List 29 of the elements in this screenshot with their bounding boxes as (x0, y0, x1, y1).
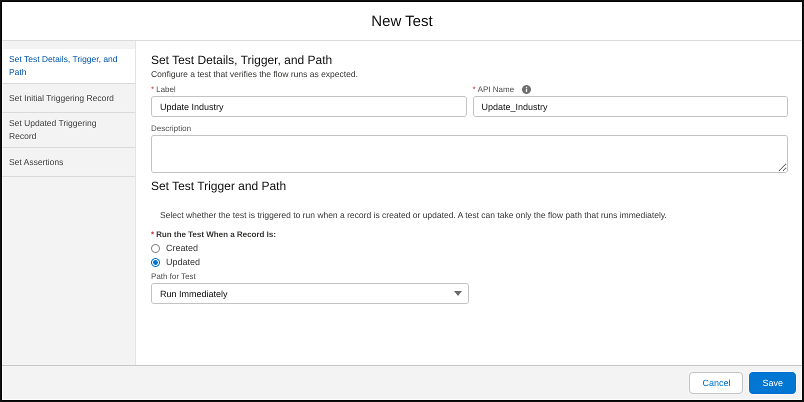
required-mark: * (151, 85, 154, 94)
sidebar-item[interactable]: Set Updated Triggering Record (2, 113, 135, 148)
sidebar-item[interactable]: Set Assertions (2, 148, 135, 177)
info-icon[interactable] (522, 85, 532, 94)
radio-button[interactable] (151, 244, 160, 252)
section-title: Set Test Details, Trigger, and Path (151, 53, 334, 67)
section-subtitle: Configure a test that verifies the flow runs as expected. (151, 69, 359, 79)
label-input[interactable]: Update Industry (151, 96, 466, 117)
instructions-text: Select whether the test is triggered to run when a record is created or updated. A test can take only the flow path that runs immediately. (160, 210, 668, 220)
field-label: * Label (151, 85, 176, 94)
section-title: Set Test Trigger and Path (151, 179, 288, 193)
modal-title: New Test (371, 12, 433, 30)
field-label: * Run the Test When a Record Is: (151, 230, 277, 239)
path-select[interactable]: Run Immediately (151, 283, 469, 304)
dropdown-arrow-icon (454, 291, 462, 296)
description-input[interactable] (151, 135, 788, 173)
field-label: * API Name (472, 85, 514, 94)
radio-button[interactable] (151, 258, 160, 266)
field-label: Path for Test (151, 272, 197, 281)
required-mark: * (472, 85, 476, 94)
required-mark: * (151, 230, 154, 239)
field-label: Description (151, 124, 192, 133)
footer-button[interactable]: Save (749, 372, 796, 394)
sidebar-item[interactable]: Set Initial Triggering Record (2, 84, 135, 113)
radio-label: Created (166, 243, 198, 253)
footer-button[interactable]: Cancel (689, 372, 744, 394)
api-name-input[interactable]: Update_Industry (472, 96, 788, 117)
sidebar-item[interactable]: Set Test Details, Trigger, and Path (2, 49, 135, 84)
radio-label: Updated (166, 257, 200, 267)
